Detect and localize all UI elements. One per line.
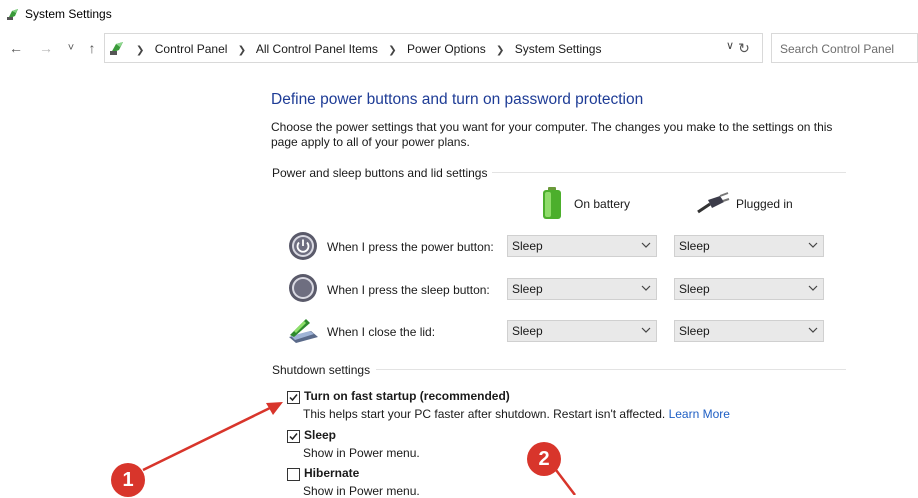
- annotation-badge-1: 1: [111, 463, 145, 497]
- arrow-2: [555, 469, 576, 495]
- arrow-1: [142, 405, 273, 472]
- annotation-arrows: [142, 402, 576, 495]
- annotation-badge-2: 2: [527, 442, 561, 476]
